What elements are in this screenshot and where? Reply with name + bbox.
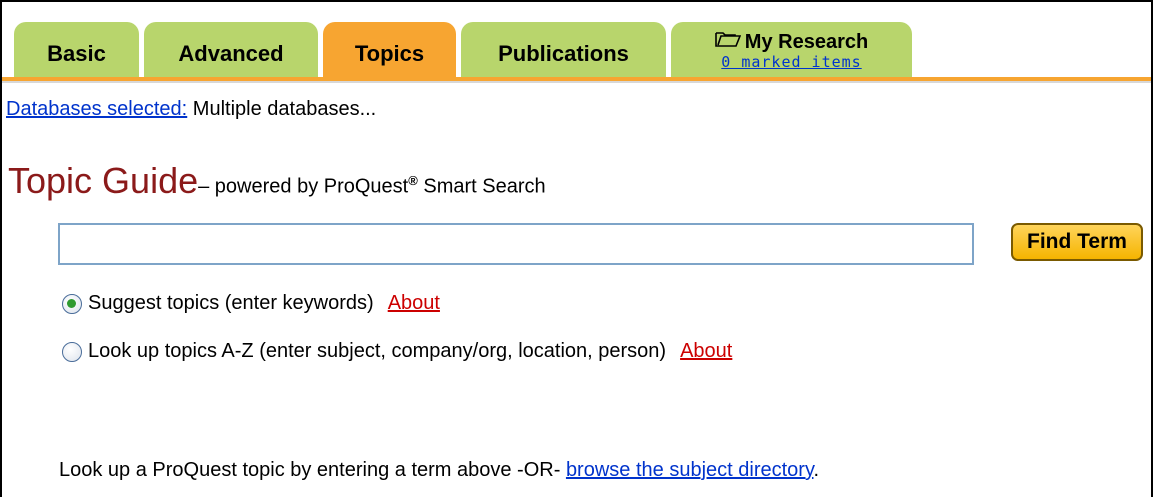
my-research-title: My Research [714, 30, 869, 53]
radio-suggest-topics[interactable] [62, 293, 82, 314]
my-research-label: My Research [744, 30, 869, 53]
topic-guide-title: Topic Guide [8, 160, 199, 201]
find-term-button[interactable]: Find Term [1011, 223, 1143, 261]
tab-topics[interactable]: Topics [323, 22, 456, 77]
databases-selected-link[interactable]: Databases selected: [6, 98, 187, 120]
folder-icon [714, 30, 741, 53]
tab-advanced[interactable]: Advanced [144, 22, 318, 77]
option-suggest-topics: Suggest topics (enter keywords) About [62, 292, 440, 315]
option-label: Suggest topics (enter keywords) [88, 292, 374, 314]
search-input[interactable] [58, 223, 974, 265]
tab-publications[interactable]: Publications [461, 22, 666, 77]
divider [2, 81, 1151, 83]
registered-mark: ® [408, 173, 418, 189]
tab-basic[interactable]: Basic [14, 22, 139, 77]
databases-line: Databases selected: Multiple databases..… [6, 98, 376, 121]
page-title: Topic Guide – powered by ProQuest® Smart… [8, 160, 546, 202]
radio-lookup-topics[interactable] [62, 341, 82, 362]
tab-my-research[interactable]: My Research 0 marked items [671, 22, 912, 77]
option-lookup-topics: Look up topics A-Z (enter subject, compa… [62, 340, 732, 363]
browse-subject-directory-link[interactable]: browse the subject directory [566, 459, 814, 481]
option-label: Look up topics A-Z (enter subject, compa… [88, 340, 667, 362]
marked-items-link[interactable]: 0 marked items [721, 53, 861, 71]
about-link[interactable]: About [388, 292, 440, 315]
databases-value: Multiple databases... [192, 98, 377, 120]
footer-text: Look up a ProQuest topic by entering a t… [59, 459, 820, 481]
title-subtitle: – powered by ProQuest® Smart Search [198, 173, 546, 198]
about-link[interactable]: About [680, 340, 732, 363]
